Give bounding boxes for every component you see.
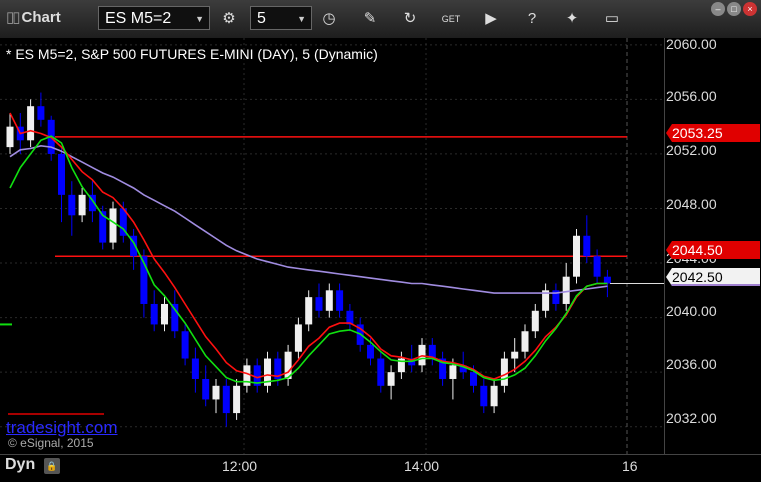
plot-area[interactable]	[0, 38, 664, 454]
y-tick: 2036.00	[666, 356, 717, 372]
copyright: © eSignal, 2015	[8, 436, 94, 450]
interval-value: 5	[257, 10, 266, 27]
refresh-icon[interactable]: ↻	[397, 6, 423, 32]
grip-icon[interactable]: ▯▯	[6, 9, 20, 26]
maximize-icon[interactable]: □	[727, 2, 741, 16]
symbol-value: ES M5=2	[105, 10, 172, 27]
interval-select[interactable]: 5 ▼	[250, 6, 312, 30]
comment-icon[interactable]: ▭	[599, 6, 625, 32]
play-icon[interactable]: ▶	[478, 6, 504, 32]
y-tick: 2052.00	[666, 142, 717, 158]
close-icon[interactable]: ×	[743, 2, 757, 16]
chevron-down-icon: ▼	[297, 14, 306, 24]
mode-label[interactable]: Dyn	[5, 456, 35, 474]
x-tick: 12:00	[222, 458, 258, 474]
get-icon[interactable]: GET	[438, 6, 464, 32]
price-label-high: 2053.25	[666, 124, 760, 142]
price-label-low: 2044.50	[666, 241, 760, 259]
settings-icon[interactable]: ⚙	[216, 6, 242, 32]
watermark[interactable]: tradesight.com	[6, 418, 118, 438]
y-tick: 2032.00	[666, 410, 717, 426]
chart-title-label: Chart	[21, 9, 61, 26]
x-tick: 14:00	[404, 458, 440, 474]
y-tick: 2048.00	[666, 196, 717, 212]
y-tick: 2056.00	[666, 88, 717, 104]
tools-icon[interactable]: ✦	[559, 6, 585, 32]
help-icon[interactable]: ?	[519, 6, 545, 32]
lock-icon[interactable]: 🔒	[44, 458, 60, 474]
chevron-down-icon: ▼	[195, 14, 204, 24]
y-tick: 2060.00	[666, 36, 717, 52]
pencil-icon[interactable]: ✎	[357, 6, 383, 32]
clock-icon[interactable]: ◷	[316, 6, 342, 32]
y-tick: 2040.00	[666, 303, 717, 319]
toolbar: ▯▯ Chart ES M5=2 ▼ ⚙ 5 ▼ ◷ ✎ ↻ GET ▶ ? ✦ ▭ …	[0, 0, 761, 39]
window-controls: – □ ×	[709, 2, 757, 20]
time-axis[interactable]	[0, 454, 761, 482]
x-tick: 16	[622, 458, 638, 474]
chart-title: ▯▯ Chart	[6, 8, 61, 26]
price-label-last: 2042.50	[666, 268, 760, 286]
minimize-icon[interactable]: –	[711, 2, 725, 16]
symbol-select[interactable]: ES M5=2 ▼	[98, 6, 210, 30]
chart-subtitle: * ES M5=2, S&P 500 FUTURES E-MINI (DAY),…	[6, 46, 378, 62]
